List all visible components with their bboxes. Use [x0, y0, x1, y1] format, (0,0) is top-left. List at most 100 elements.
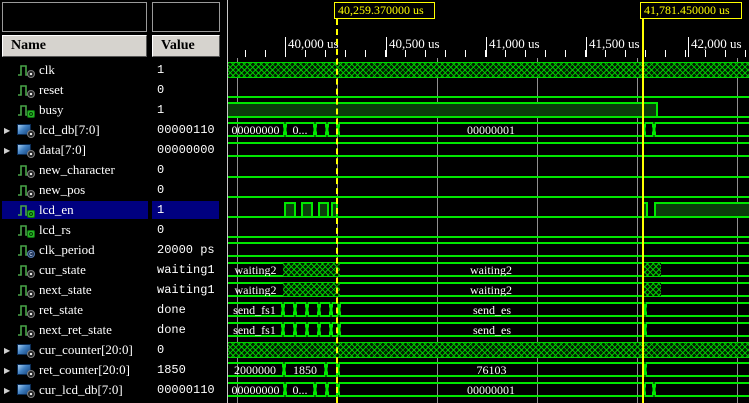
ruler-minor-tick: [685, 50, 686, 57]
scalar-signal-icon: [17, 323, 34, 337]
bus-top-rail: [228, 142, 749, 144]
cursor-time-label[interactable]: 40,259.370000 us: [334, 2, 435, 19]
bus-top-rail: [328, 362, 336, 364]
signal-badge-dot: [27, 70, 35, 78]
wave-canvas[interactable]: 40,000 us40,500 us41,000 us41,500 us42,0…: [228, 0, 749, 403]
signal-name-cell[interactable]: ret_state: [2, 301, 148, 319]
signal-name-cell[interactable]: next_ret_state: [2, 321, 148, 339]
signal-row-next_state[interactable]: next_statewaiting1: [0, 280, 227, 300]
signal-row-new_character[interactable]: new_character0: [0, 160, 227, 180]
signal-row-busy[interactable]: obusy1: [0, 100, 227, 120]
wave-low-line: [657, 116, 749, 118]
signal-name-cell[interactable]: ▶cur_counter[20:0]: [2, 341, 148, 359]
signal-name-cell[interactable]: cclk_period: [2, 241, 148, 259]
scalar-signal-icon: [17, 163, 34, 177]
bus-bottom-rail: [317, 135, 325, 137]
ruler-minor-tick: [365, 50, 366, 57]
signal-name-cell[interactable]: ▶ lcd_db[7:0]: [2, 121, 148, 139]
signal-row-clk[interactable]: clk1: [0, 60, 227, 80]
wave-edge: [656, 102, 658, 118]
bus-bottom-rail: [309, 315, 317, 317]
bus-top-rail: [329, 122, 336, 124]
cursor-line-dashed[interactable]: [336, 19, 338, 403]
signal-name-cell[interactable]: olcd_rs: [2, 221, 148, 239]
expand-arrow-icon[interactable]: ▶: [2, 346, 17, 355]
signal-name-cell[interactable]: cur_state: [2, 261, 148, 279]
signal-row-new_pos[interactable]: new_pos0: [0, 180, 227, 200]
bus-value-label: send_fs1: [228, 304, 281, 316]
bus-hatch-segment: [642, 282, 661, 297]
signal-row-cur_counter[20:0][interactable]: ▶cur_counter[20:0]0: [0, 340, 227, 360]
bus-bottom-rail: [647, 315, 749, 317]
signal-name-cell[interactable]: obusy: [2, 101, 148, 119]
scalar-signal-icon: c: [17, 243, 34, 257]
signal-badge-o: o: [27, 230, 35, 238]
signal-name-cell[interactable]: new_pos: [2, 181, 148, 199]
value-column-top-box: [152, 2, 220, 32]
signal-row-lcd_db[7:0][interactable]: ▶lcd_db[7:0]00000110: [0, 120, 227, 140]
wave-edge: [654, 202, 656, 218]
signal-value: 0: [152, 161, 219, 179]
signal-row-ret_state[interactable]: ret_statedone: [0, 300, 227, 320]
bus-top-rail: [297, 302, 305, 304]
ruler-major-tick: [688, 37, 689, 57]
bus-bottom-rail: [329, 395, 336, 397]
signal-name-cell[interactable]: next_state: [2, 281, 148, 299]
bus-top-rail: [329, 382, 336, 384]
bus-bottom-rail: [661, 295, 749, 297]
signal-row-ret_counter[20:0][interactable]: ▶ret_counter[20:0]1850: [0, 360, 227, 380]
bus-top-rail: [656, 382, 749, 384]
signal-badge-dot: [27, 330, 35, 338]
bus-bottom-rail: [656, 395, 749, 397]
signal-name-cell[interactable]: new_character: [2, 161, 148, 179]
signal-name-cell[interactable]: ▶ cur_lcd_db[7:0]: [2, 381, 148, 399]
wave-baseline: [228, 116, 657, 118]
signal-value: 1: [152, 101, 219, 119]
name-column-header[interactable]: Name: [2, 35, 147, 57]
signal-row-clk_period[interactable]: cclk_period20000 ps: [0, 240, 227, 260]
wave-low-line: [228, 196, 749, 198]
signal-name-label: lcd_db[7:0]: [39, 122, 100, 138]
signal-value: 00000000: [152, 141, 219, 159]
expand-arrow-icon[interactable]: ▶: [2, 146, 17, 155]
cursor-line-solid[interactable]: [642, 19, 644, 403]
signal-row-lcd_rs[interactable]: olcd_rs0: [0, 220, 227, 240]
signal-row-reset[interactable]: reset0: [0, 80, 227, 100]
bus-value-label: waiting2: [228, 284, 283, 296]
signal-badge-dot: [27, 390, 35, 398]
signal-name-cell[interactable]: ▶data[7:0]: [2, 141, 148, 159]
ruler-minor-tick: [445, 50, 446, 57]
signal-row-next_ret_state[interactable]: next_ret_statedone: [0, 320, 227, 340]
bus-bottom-rail: [317, 395, 325, 397]
signal-row-lcd_en[interactable]: olcd_en1: [0, 200, 227, 220]
value-column-header[interactable]: Value: [152, 35, 220, 57]
expand-arrow-icon[interactable]: ▶: [2, 386, 17, 395]
bus-bottom-rail: [661, 275, 749, 277]
signal-name-cell[interactable]: olcd_en: [2, 201, 148, 219]
signal-name-cell[interactable]: reset: [2, 81, 148, 99]
ruler-minor-tick: [265, 50, 266, 57]
signal-name-label: reset: [39, 82, 64, 98]
signal-badge-dot: [27, 130, 35, 138]
ruler-time-label: 40,500 us: [389, 36, 440, 52]
signal-name-label: busy: [39, 102, 64, 118]
expand-arrow-icon[interactable]: ▶: [2, 366, 17, 375]
bus-hatch-segment: [283, 282, 340, 297]
signal-row-data[7:0][interactable]: ▶data[7:0]00000000: [0, 140, 227, 160]
signal-name-cell[interactable]: ▶ret_counter[20:0]: [2, 361, 148, 379]
wave-hatch-band: [228, 342, 749, 358]
cursor-time-label[interactable]: 41,781.450000 us: [640, 2, 742, 19]
expand-arrow-icon[interactable]: ▶: [2, 126, 17, 135]
scalar-signal-icon: o: [17, 103, 34, 117]
signal-row-cur_lcd_db[7:0][interactable]: ▶cur_lcd_db[7:0]00000110: [0, 380, 227, 400]
signal-name-label: cur_lcd_db[7:0]: [39, 382, 123, 398]
signal-name-cell[interactable]: clk: [2, 61, 148, 79]
bus-value-label: 00000000: [228, 384, 283, 396]
bus-signal-icon: [17, 143, 34, 157]
bus-value-label: 1850: [286, 364, 324, 376]
signal-row-cur_state[interactable]: cur_statewaiting1: [0, 260, 227, 280]
ruler-major-tick: [285, 37, 286, 57]
wave-high-line: [655, 202, 749, 204]
signal-value: 0: [152, 341, 219, 359]
ruler-minor-tick: [665, 50, 666, 57]
